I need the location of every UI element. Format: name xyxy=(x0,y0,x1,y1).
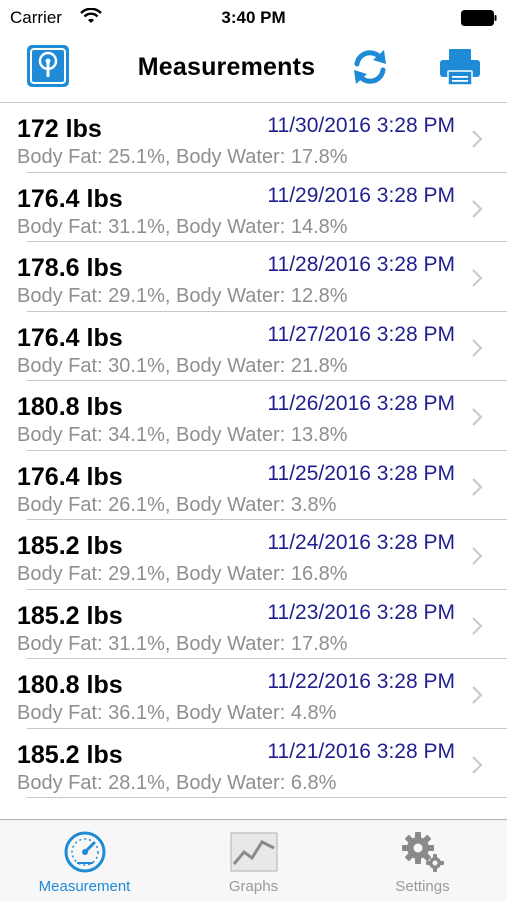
list-item[interactable]: 178.6 lbs 11/28/2016 3:28 PM Body Fat: 2… xyxy=(0,242,507,312)
measurement-detail: Body Fat: 36.1%, Body Water: 4.8% xyxy=(17,702,337,724)
chevron-right-icon xyxy=(472,686,483,704)
measurement-date: 11/22/2016 3:28 PM xyxy=(267,670,455,693)
weight-value: 180.8 lbs xyxy=(17,671,123,699)
list-item[interactable]: 180.8 lbs 11/22/2016 3:28 PM Body Fat: 3… xyxy=(0,659,507,729)
gauge-icon xyxy=(64,831,106,873)
weight-value: 176.4 lbs xyxy=(17,184,123,213)
chevron-right-icon xyxy=(472,616,483,635)
chevron-right-icon xyxy=(472,477,483,496)
measurement-date: 11/24/2016 3:28 PM xyxy=(267,531,455,554)
chevron-right-icon xyxy=(472,547,483,565)
list-item[interactable]: 176.4 lbs 11/25/2016 3:28 PM Body Fat: 2… xyxy=(0,451,507,521)
list-item[interactable]: 172 lbs 11/30/2016 3:28 PM Body Fat: 25.… xyxy=(0,103,507,173)
battery-icon xyxy=(461,10,497,26)
list-item[interactable]: 185.2 lbs 11/23/2016 3:28 PM Body Fat: 3… xyxy=(0,590,507,660)
measurement-date: 11/26/2016 3:28 PM xyxy=(267,392,455,415)
measurement-detail: Body Fat: 29.1%, Body Water: 16.8% xyxy=(17,563,348,585)
measurement-date: 11/25/2016 3:28 PM xyxy=(267,461,455,485)
weight-value: 180.8 lbs xyxy=(17,393,123,421)
measurement-detail: Body Fat: 31.1%, Body Water: 17.8% xyxy=(17,632,348,655)
measurement-detail: Body Fat: 34.1%, Body Water: 13.8% xyxy=(17,424,348,446)
list-item[interactable]: 185.2 lbs 11/24/2016 3:28 PM Body Fat: 2… xyxy=(0,520,507,590)
gears-icon xyxy=(402,832,444,872)
measurement-date: 11/30/2016 3:28 PM xyxy=(267,114,455,137)
weight-value: 185.2 lbs xyxy=(17,532,123,560)
weight-value: 185.2 lbs xyxy=(17,601,123,630)
chevron-right-icon xyxy=(472,408,483,426)
chevron-right-icon xyxy=(472,338,483,357)
chevron-right-icon xyxy=(472,199,483,218)
measurement-detail: Body Fat: 26.1%, Body Water: 3.8% xyxy=(17,493,337,516)
chevron-right-icon xyxy=(472,269,483,287)
measurement-detail: Body Fat: 30.1%, Body Water: 21.8% xyxy=(17,354,348,377)
chart-icon xyxy=(230,832,278,872)
clock: 3:40 PM xyxy=(221,8,286,27)
chevron-right-icon xyxy=(472,130,483,148)
tab-label: Settings xyxy=(395,878,450,895)
measurement-detail: Body Fat: 28.1%, Body Water: 6.8% xyxy=(17,771,337,794)
measurement-date: 11/21/2016 3:28 PM xyxy=(267,739,455,763)
list-item[interactable]: 176.4 lbs 11/29/2016 3:28 PM Body Fat: 3… xyxy=(0,173,507,243)
refresh-icon[interactable] xyxy=(348,45,392,89)
measurement-detail: Body Fat: 31.1%, Body Water: 14.8% xyxy=(17,215,348,238)
weight-value: 178.6 lbs xyxy=(17,254,123,282)
tab-label: Measurement xyxy=(38,878,131,895)
list-item[interactable]: 185.2 lbs 11/21/2016 3:28 PM Body Fat: 2… xyxy=(0,729,507,799)
weight-value: 176.4 lbs xyxy=(17,323,123,352)
weight-value: 172 lbs xyxy=(17,115,102,143)
measurement-date: 11/27/2016 3:28 PM xyxy=(267,322,455,346)
tab-graphs[interactable]: Graphs xyxy=(169,820,338,901)
chevron-right-icon xyxy=(472,755,483,774)
list-item[interactable]: 180.8 lbs 11/26/2016 3:28 PM Body Fat: 3… xyxy=(0,381,507,451)
tab-measurement[interactable]: Measurement xyxy=(0,820,169,901)
tab-bar: Measurement Graphs Settings xyxy=(0,819,507,901)
measurement-date: 11/29/2016 3:28 PM xyxy=(267,183,455,207)
weight-value: 176.4 lbs xyxy=(17,462,123,491)
measurement-list[interactable]: 172 lbs 11/30/2016 3:28 PM Body Fat: 25.… xyxy=(0,103,507,819)
measurement-date: 11/28/2016 3:28 PM xyxy=(267,253,455,276)
tab-settings[interactable]: Settings xyxy=(338,820,507,901)
tab-label: Graphs xyxy=(228,878,279,895)
navigation-bar: Measurements xyxy=(0,36,507,103)
weight-value: 185.2 lbs xyxy=(17,740,123,769)
measurement-detail: Body Fat: 29.1%, Body Water: 12.8% xyxy=(17,285,348,307)
measurement-date: 11/23/2016 3:28 PM xyxy=(267,600,455,624)
list-item[interactable]: 176.4 lbs 11/27/2016 3:28 PM Body Fat: 3… xyxy=(0,312,507,382)
printer-icon[interactable] xyxy=(438,48,482,86)
status-bar: Carrier 3:40 PM xyxy=(0,0,507,36)
measurement-detail: Body Fat: 25.1%, Body Water: 17.8% xyxy=(17,146,348,168)
